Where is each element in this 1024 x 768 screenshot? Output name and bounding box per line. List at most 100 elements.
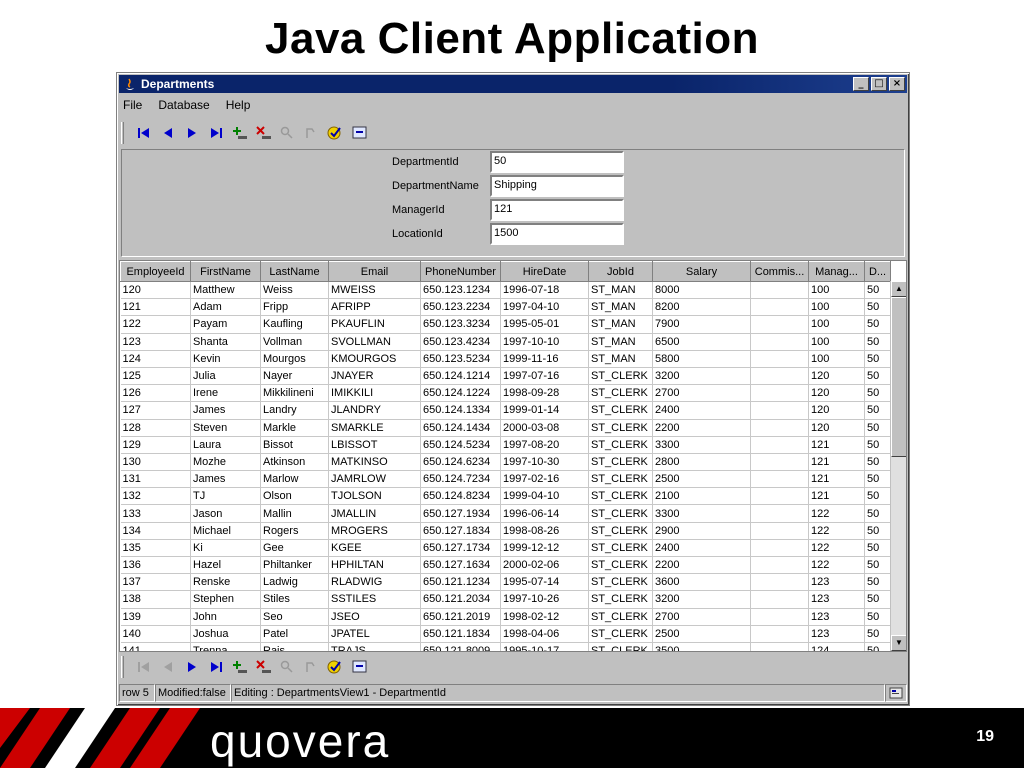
table-cell[interactable]: 120 xyxy=(808,401,865,420)
table-cell[interactable]: SMARKLE xyxy=(328,419,421,437)
table-cell[interactable]: 140 xyxy=(120,625,191,643)
scroll-thumb[interactable] xyxy=(891,297,906,457)
table-cell[interactable]: Kaufling xyxy=(260,315,329,334)
table-cell[interactable]: SVOLLMAN xyxy=(328,333,421,351)
table-cell[interactable]: 123 xyxy=(120,333,191,351)
table-cell[interactable] xyxy=(750,298,809,317)
execute-button[interactable] xyxy=(300,656,324,678)
table-cell[interactable]: Payam xyxy=(190,315,261,334)
table-cell[interactable]: 50 xyxy=(864,436,891,454)
table-cell[interactable]: 132 xyxy=(120,487,191,506)
table-cell[interactable]: 1998-04-06 xyxy=(500,625,589,643)
table-cell[interactable]: Stephen xyxy=(190,590,261,609)
table-cell[interactable]: ST_MAN xyxy=(588,298,653,317)
column-header[interactable]: Commis... xyxy=(750,261,809,282)
table-cell[interactable]: Olson xyxy=(260,487,329,506)
insert-record-button[interactable] xyxy=(228,122,252,144)
table-cell[interactable]: 650.123.3234 xyxy=(420,315,501,334)
table-cell[interactable] xyxy=(750,401,809,420)
table-cell[interactable]: 650.124.6234 xyxy=(420,453,501,472)
scroll-up-icon[interactable]: ▲ xyxy=(891,281,906,297)
table-cell[interactable]: ST_CLERK xyxy=(588,590,653,609)
table-cell[interactable]: John xyxy=(190,608,261,626)
table-cell[interactable]: 50 xyxy=(864,539,891,558)
table-cell[interactable]: ST_CLERK xyxy=(588,522,653,540)
table-cell[interactable] xyxy=(750,625,809,643)
table-cell[interactable] xyxy=(750,539,809,558)
table-cell[interactable]: 50 xyxy=(864,350,891,368)
rollback-button[interactable] xyxy=(348,656,372,678)
toolbar-grip[interactable] xyxy=(121,656,124,678)
table-cell[interactable]: 122 xyxy=(808,522,865,540)
table-cell[interactable]: Ki xyxy=(190,539,261,558)
table-cell[interactable]: Jason xyxy=(190,504,261,523)
table-cell[interactable]: 50 xyxy=(864,625,891,643)
table-row[interactable]: 136 Hazel Philtanker HPHILTAN 650.127.1634 20… xyxy=(120,556,891,575)
table-cell[interactable]: 100 xyxy=(808,350,865,368)
table-cell[interactable]: 121 xyxy=(808,487,865,506)
table-cell[interactable]: 50 xyxy=(864,608,891,626)
table-row[interactable]: 121 Adam Fripp AFRIPP 650.123.2234 1997-04-10… xyxy=(120,298,891,317)
table-cell[interactable]: ST_CLERK xyxy=(588,436,653,454)
table-cell[interactable]: 121 xyxy=(120,298,191,317)
table-cell[interactable]: MROGERS xyxy=(328,522,421,540)
table-cell[interactable]: Trenna xyxy=(190,642,261,651)
table-cell[interactable]: 650.123.1234 xyxy=(420,281,501,300)
table-cell[interactable]: Rogers xyxy=(260,522,329,540)
column-header[interactable]: D... xyxy=(864,261,891,282)
table-cell[interactable]: 1998-09-28 xyxy=(500,384,589,403)
delete-record-button[interactable] xyxy=(252,122,276,144)
table-cell[interactable]: 650.124.1334 xyxy=(420,401,501,420)
table-cell[interactable]: ST_CLERK xyxy=(588,539,653,558)
table-cell[interactable]: 50 xyxy=(864,522,891,540)
table-cell[interactable]: 8000 xyxy=(652,281,751,300)
table-cell[interactable]: 123 xyxy=(808,573,865,592)
table-cell[interactable]: 1998-02-12 xyxy=(500,608,589,626)
table-cell[interactable]: 650.124.1214 xyxy=(420,367,501,386)
next-record-button[interactable] xyxy=(180,122,204,144)
table-cell[interactable]: Joshua xyxy=(190,625,261,643)
table-cell[interactable]: 3200 xyxy=(652,590,751,609)
table-cell[interactable]: 139 xyxy=(120,608,191,626)
table-cell[interactable]: 123 xyxy=(808,590,865,609)
table-cell[interactable]: 650.123.2234 xyxy=(420,298,501,317)
table-cell[interactable]: 6500 xyxy=(652,333,751,351)
table-cell[interactable] xyxy=(750,453,809,472)
column-header[interactable]: Manag... xyxy=(808,261,865,282)
table-row[interactable]: 127 James Landry JLANDRY 650.124.1334 1999-01… xyxy=(120,401,891,420)
last-record-button[interactable] xyxy=(204,122,228,144)
table-cell[interactable]: Nayer xyxy=(260,367,329,386)
previous-record-button[interactable] xyxy=(156,122,180,144)
table-cell[interactable]: 120 xyxy=(120,281,191,300)
table-cell[interactable]: Michael xyxy=(190,522,261,540)
table-row[interactable]: 133 Jason Mallin JMALLIN 650.127.1934 1996-06… xyxy=(120,504,891,523)
table-cell[interactable]: LBISSOT xyxy=(328,436,421,454)
table-cell[interactable]: 650.121.2019 xyxy=(420,608,501,626)
table-cell[interactable]: 1996-06-14 xyxy=(500,504,589,523)
table-cell[interactable]: 650.124.1224 xyxy=(420,384,501,403)
execute-button[interactable] xyxy=(300,122,324,144)
table-cell[interactable]: 120 xyxy=(808,367,865,386)
table-cell[interactable]: 650.124.1434 xyxy=(420,419,501,437)
table-cell[interactable]: 1995-10-17 xyxy=(500,642,589,651)
table-cell[interactable]: 2400 xyxy=(652,401,751,420)
table-cell[interactable]: HPHILTAN xyxy=(328,556,421,575)
table-cell[interactable]: 3600 xyxy=(652,573,751,592)
table-cell[interactable] xyxy=(750,573,809,592)
table-row[interactable]: 128 Steven Markle SMARKLE 650.124.1434 2000-0… xyxy=(120,419,891,437)
table-cell[interactable]: 3500 xyxy=(652,642,751,651)
table-cell[interactable]: 100 xyxy=(808,281,865,300)
rollback-button[interactable] xyxy=(348,122,372,144)
table-row[interactable]: 138 Stephen Stiles SSTILES 650.121.2034 1997-… xyxy=(120,590,891,609)
last-record-button[interactable] xyxy=(204,656,228,678)
table-cell[interactable]: Julia xyxy=(190,367,261,386)
table-cell[interactable]: Kevin xyxy=(190,350,261,368)
table-row[interactable]: 131 James Marlow JAMRLOW 650.124.7234 1997-02… xyxy=(120,470,891,489)
table-cell[interactable]: Landry xyxy=(260,401,329,420)
table-cell[interactable]: 121 xyxy=(808,453,865,472)
table-row[interactable]: 139 John Seo JSEO 650.121.2019 1998-02-12 ST_C… xyxy=(120,608,891,626)
table-cell[interactable] xyxy=(750,590,809,609)
delete-record-button[interactable] xyxy=(252,656,276,678)
locationid-field[interactable]: 1500 xyxy=(490,223,624,245)
table-row[interactable]: 122 Payam Kaufling PKAUFLIN 650.123.3234 1995… xyxy=(120,315,891,334)
